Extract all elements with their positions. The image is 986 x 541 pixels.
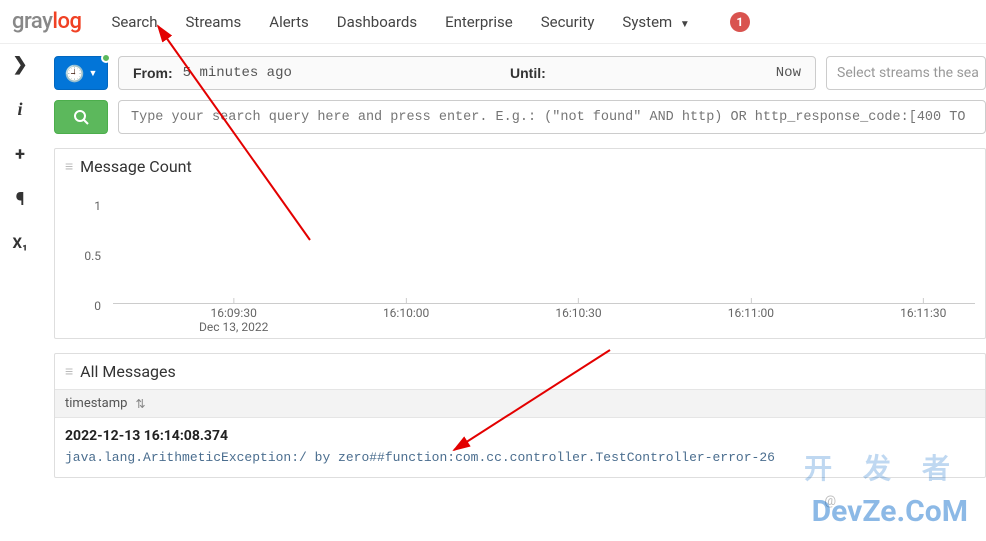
x-tick: 16:10:30 xyxy=(555,306,601,320)
y-tick: 1 xyxy=(94,199,101,213)
x-tick: 16:10:00 xyxy=(383,306,429,320)
from-label: From: xyxy=(133,65,173,81)
nav-streams[interactable]: Streams xyxy=(186,13,242,31)
nav-system-label: System xyxy=(622,13,672,31)
message-timestamp: 2022-12-13 16:14:08.374 xyxy=(65,428,975,444)
chart-x-axis: 16:09:30 Dec 13, 2022 16:10:00 16:10:30 … xyxy=(113,298,975,328)
until-value: Now xyxy=(776,65,801,81)
message-count-chart: 1 0.5 0 16:09:30 Dec 13, 2022 16:10:00 xyxy=(65,188,975,328)
pilcrow-icon[interactable]: ¶ xyxy=(16,189,25,210)
top-nav: graylog Search Streams Alerts Dashboards… xyxy=(0,0,986,44)
nav-enterprise[interactable]: Enterprise xyxy=(445,13,513,31)
chevron-down-icon: ▼ xyxy=(89,68,98,79)
y-tick: 0.5 xyxy=(84,249,101,263)
until-label: Until: xyxy=(510,65,546,81)
plus-icon[interactable]: + xyxy=(15,144,25,165)
timerange-display[interactable]: From: 5 minutes ago Until: Now xyxy=(118,56,816,90)
streams-placeholder: Select streams the sea xyxy=(837,65,979,81)
all-messages-title: All Messages xyxy=(80,362,176,381)
message-count-header: ≡ Message Count xyxy=(55,149,985,184)
x-tick: 16:09:30 xyxy=(211,306,257,320)
controls-row: 🕘 ▼ From: 5 minutes ago Until: Now Selec… xyxy=(54,56,986,90)
watermark-en: DevZe.CoM xyxy=(812,494,968,529)
nav-security[interactable]: Security xyxy=(541,13,595,31)
left-sidebar: ❯ i + ¶ X₁ xyxy=(0,44,40,541)
chart-y-axis: 1 0.5 0 xyxy=(65,188,109,304)
watermark-cn: 开 发 者 xyxy=(804,447,962,487)
notification-badge[interactable]: 1 xyxy=(730,12,750,32)
y-tick: 0 xyxy=(94,299,101,313)
brand-logo: graylog xyxy=(12,9,81,34)
info-icon[interactable]: i xyxy=(17,99,22,120)
nav-search[interactable]: Search xyxy=(111,13,157,31)
from-value: 5 minutes ago xyxy=(183,65,292,81)
x-tick: 16:11:30 xyxy=(900,306,946,320)
nav-items: Search Streams Alerts Dashboards Enterpr… xyxy=(111,12,749,32)
live-indicator-icon xyxy=(101,53,111,63)
expand-icon[interactable]: ❯ xyxy=(12,54,27,75)
clock-icon: 🕘 xyxy=(65,64,85,83)
timerange-button[interactable]: 🕘 ▼ xyxy=(54,56,108,90)
chart-plot-area xyxy=(113,188,975,304)
all-messages-header: ≡ All Messages xyxy=(55,354,985,389)
search-input[interactable] xyxy=(118,100,986,134)
search-icon xyxy=(73,109,89,125)
x-tick-date: Dec 13, 2022 xyxy=(199,320,268,334)
drag-handle-icon[interactable]: ≡ xyxy=(65,363,72,380)
drag-handle-icon[interactable]: ≡ xyxy=(65,158,72,175)
x-tick: 16:11:00 xyxy=(728,306,774,320)
message-count-panel: ≡ Message Count 1 0.5 0 16:09:30 Dec 13,… xyxy=(54,148,986,339)
messages-table-header: timestamp ⇅ xyxy=(55,389,985,418)
x1-icon[interactable]: X₁ xyxy=(12,234,27,252)
nav-system[interactable]: System ▼ xyxy=(622,13,689,31)
search-row xyxy=(54,100,986,134)
streams-select[interactable]: Select streams the sea xyxy=(826,56,986,90)
message-count-title: Message Count xyxy=(80,157,192,176)
col-timestamp[interactable]: timestamp xyxy=(65,396,127,411)
nav-alerts[interactable]: Alerts xyxy=(269,13,309,31)
sort-desc-icon[interactable]: ⇅ xyxy=(135,397,145,411)
chevron-down-icon: ▼ xyxy=(680,19,690,30)
nav-dashboards[interactable]: Dashboards xyxy=(337,13,417,31)
search-button[interactable] xyxy=(54,100,108,134)
